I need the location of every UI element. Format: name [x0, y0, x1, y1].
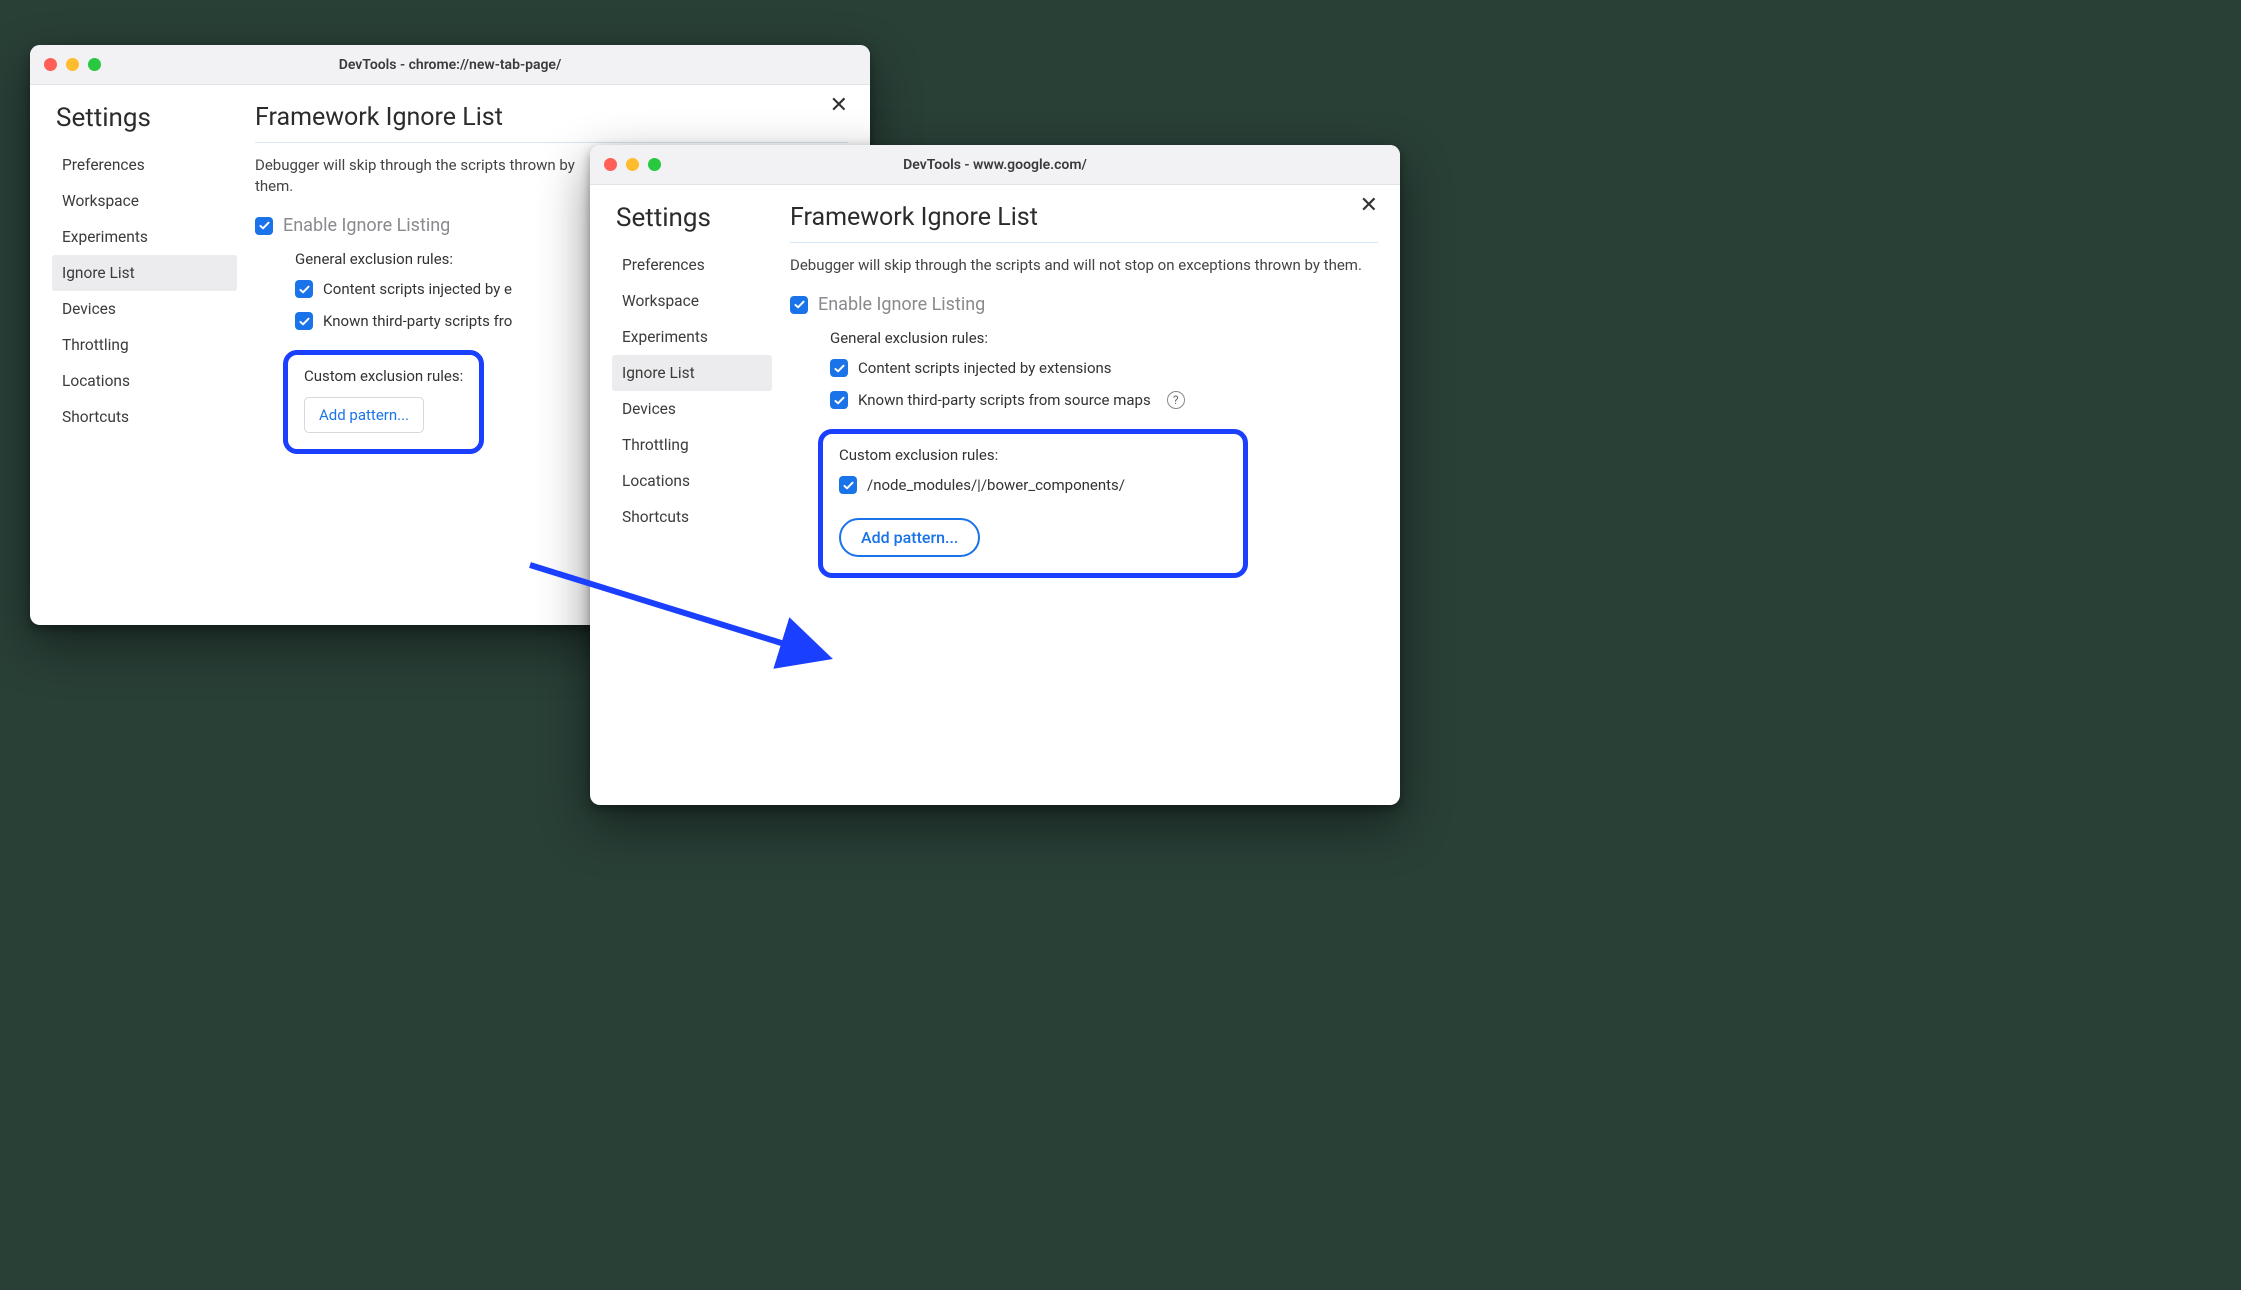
minimize-dot[interactable]: [66, 58, 79, 71]
page-description: Debugger will skip through the scripts a…: [790, 255, 1378, 276]
zoom-dot[interactable]: [648, 158, 661, 171]
page-title: Framework Ignore List: [790, 203, 1378, 232]
sidebar-item-shortcuts[interactable]: Shortcuts: [52, 399, 237, 435]
titlebar: DevTools - chrome://new-tab-page/: [30, 45, 870, 85]
custom-pattern-text: /node_modules/|/bower_components/: [867, 476, 1125, 494]
sidebar-item-devices[interactable]: Devices: [52, 291, 237, 327]
devtools-window-front: DevTools - www.google.com/ ✕ Settings Pr…: [590, 145, 1400, 805]
custom-rules-heading: Custom exclusion rules:: [304, 367, 463, 385]
add-pattern-button[interactable]: Add pattern...: [304, 397, 424, 433]
close-dot[interactable]: [604, 158, 617, 171]
sidebar-item-devices[interactable]: Devices: [612, 391, 772, 427]
sidebar-item-experiments[interactable]: Experiments: [612, 319, 772, 355]
close-dot[interactable]: [44, 58, 57, 71]
sidebar-item-preferences[interactable]: Preferences: [52, 147, 237, 183]
general-rules-heading: General exclusion rules:: [830, 329, 1378, 347]
custom-pattern-row[interactable]: /node_modules/|/bower_components/: [839, 476, 1227, 494]
close-icon[interactable]: ✕: [1360, 195, 1378, 217]
sidebar-item-locations[interactable]: Locations: [612, 463, 772, 499]
checkbox-enable-ignore[interactable]: [790, 296, 808, 314]
enable-ignore-label: Enable Ignore Listing: [283, 215, 450, 236]
sidebar-item-workspace[interactable]: Workspace: [52, 183, 237, 219]
minimize-dot[interactable]: [626, 158, 639, 171]
custom-rules-highlight: Custom exclusion rules: /node_modules/|/…: [818, 429, 1248, 578]
page-description: Debugger will skip through the scripts t…: [255, 155, 585, 197]
sidebar-item-ignore-list[interactable]: Ignore List: [52, 255, 237, 291]
settings-heading: Settings: [52, 103, 237, 133]
sidebar-item-throttling[interactable]: Throttling: [52, 327, 237, 363]
checkbox-third-party[interactable]: [295, 312, 313, 330]
rule-content-scripts[interactable]: Content scripts injected by extensions: [830, 359, 1378, 377]
add-pattern-button[interactable]: Add pattern...: [839, 518, 980, 557]
window-title: DevTools - www.google.com/: [590, 157, 1400, 173]
checkbox-content-scripts[interactable]: [295, 280, 313, 298]
custom-rules-highlight: Custom exclusion rules: Add pattern...: [283, 350, 484, 454]
window-title: DevTools - chrome://new-tab-page/: [30, 57, 870, 73]
help-icon[interactable]: ?: [1167, 391, 1185, 409]
titlebar: DevTools - www.google.com/: [590, 145, 1400, 185]
enable-ignore-label: Enable Ignore Listing: [818, 294, 985, 315]
checkbox-content-scripts[interactable]: [830, 359, 848, 377]
custom-rules-heading: Custom exclusion rules:: [839, 446, 1227, 464]
sidebar-item-workspace[interactable]: Workspace: [612, 283, 772, 319]
rule-label: Known third-party scripts from source ma…: [858, 391, 1151, 409]
sidebar-item-ignore-list[interactable]: Ignore List: [612, 355, 772, 391]
traffic-lights: [604, 158, 661, 171]
settings-sidebar: Settings Preferences Workspace Experimen…: [52, 103, 237, 603]
enable-ignore-listing-row[interactable]: Enable Ignore Listing: [790, 294, 1378, 315]
sidebar-item-preferences[interactable]: Preferences: [612, 247, 772, 283]
zoom-dot[interactable]: [88, 58, 101, 71]
checkbox-custom-pattern[interactable]: [839, 476, 857, 494]
close-icon[interactable]: ✕: [830, 95, 848, 117]
checkbox-third-party[interactable]: [830, 391, 848, 409]
sidebar-item-throttling[interactable]: Throttling: [612, 427, 772, 463]
divider: [790, 242, 1378, 243]
checkbox-enable-ignore[interactable]: [255, 217, 273, 235]
divider: [255, 142, 848, 143]
sidebar-item-shortcuts[interactable]: Shortcuts: [612, 499, 772, 535]
sidebar-item-experiments[interactable]: Experiments: [52, 219, 237, 255]
rule-label: Known third-party scripts fro: [323, 312, 512, 330]
sidebar-item-locations[interactable]: Locations: [52, 363, 237, 399]
traffic-lights: [44, 58, 101, 71]
page-title: Framework Ignore List: [255, 103, 848, 132]
settings-heading: Settings: [612, 203, 772, 233]
rule-label: Content scripts injected by e: [323, 280, 512, 298]
settings-main: Framework Ignore List Debugger will skip…: [772, 203, 1378, 783]
settings-sidebar: Settings Preferences Workspace Experimen…: [612, 203, 772, 783]
rule-third-party[interactable]: Known third-party scripts from source ma…: [830, 391, 1378, 409]
rule-label: Content scripts injected by extensions: [858, 359, 1112, 377]
